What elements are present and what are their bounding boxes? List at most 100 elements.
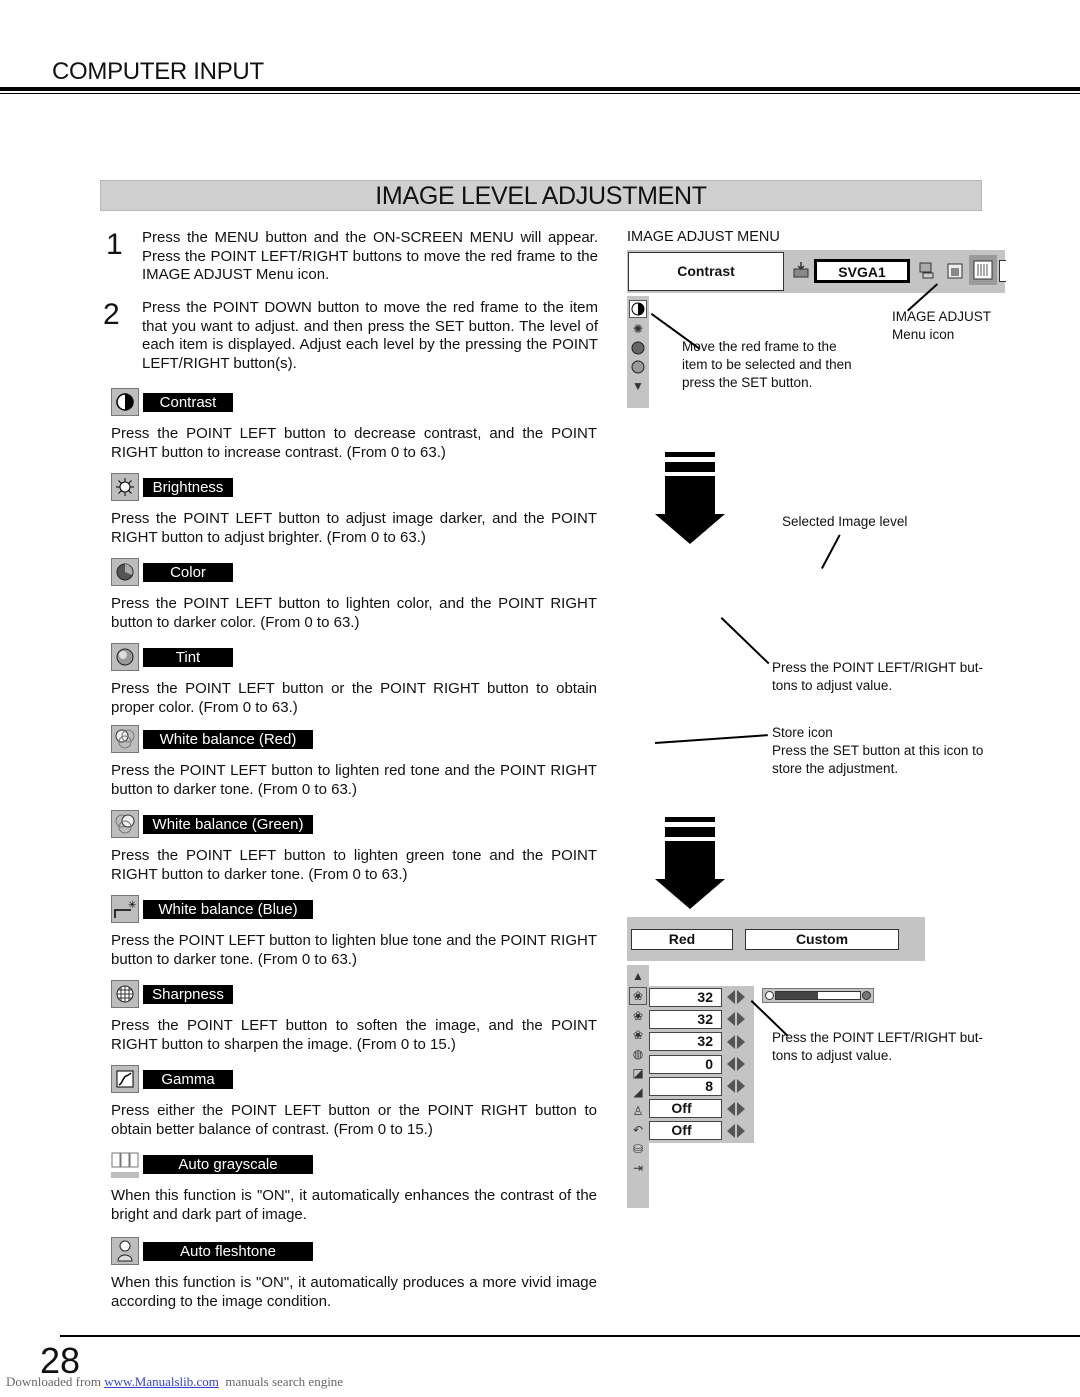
callout-text: Press the SET button at this icon to <box>772 743 984 758</box>
image-mode-field: Custom <box>745 929 899 950</box>
brightness-icon[interactable]: ✺ <box>630 321 646 337</box>
left-right-arrows-icon[interactable] <box>726 1078 746 1094</box>
scroll-down-icon[interactable]: ▼ <box>630 378 646 394</box>
auto-fleshtone-icon <box>111 1237 139 1265</box>
pc-adjust-icon[interactable] <box>917 260 937 280</box>
value-row: Off <box>649 1097 754 1119</box>
slider-min-icon <box>765 991 774 1000</box>
item-label: Auto grayscale <box>143 1154 313 1174</box>
item-header: Tint <box>111 643 597 671</box>
item-label: Sharpness <box>143 984 233 1004</box>
white-balance-red-icon <box>111 725 139 753</box>
callout-adjust-value: Press the POINT LEFT/RIGHT but- tons to … <box>772 1029 983 1065</box>
step-text: Press the POINT DOWN button to move the … <box>142 299 598 372</box>
white-balance-blue-icon[interactable]: ❀ <box>630 1027 646 1043</box>
adjust-item: Sharpness Press the POINT LEFT button to … <box>111 980 597 1054</box>
image-adjust-menu-icon[interactable] <box>969 255 997 285</box>
down-arrow-icon <box>655 815 727 916</box>
callout-text: Store icon <box>772 725 833 740</box>
value-row: 32 <box>649 986 754 1008</box>
callout-line <box>720 617 770 664</box>
input-source-icon[interactable] <box>791 260 811 280</box>
value-row: Off <box>649 1120 754 1142</box>
value-row: 32 <box>649 1008 754 1030</box>
reset-icon[interactable]: ↶ <box>630 1122 646 1138</box>
adjust-item: ✳ White balance (Blue) Press the POINT LEF… <box>111 895 597 969</box>
callout-text: Press the POINT LEFT/RIGHT but- <box>772 1030 984 1045</box>
sharpness-icon[interactable]: ◍ <box>630 1046 646 1062</box>
scroll-up-icon[interactable]: ▲ <box>630 968 646 984</box>
callout-adjust-value: Press the POINT LEFT/RIGHT but- tons to … <box>772 659 983 695</box>
callout-store-icon: Store icon Press the SET button at this … <box>772 724 983 778</box>
auto-fleshtone-icon[interactable]: ♙ <box>630 1103 646 1119</box>
next-menu-icon[interactable] <box>999 260 1006 282</box>
item-description: Press the POINT LEFT button to lighten b… <box>111 932 597 968</box>
quit-icon[interactable]: ⇥ <box>630 1160 646 1176</box>
adjust-item: White balance (Red) Press the POINT LEFT … <box>111 725 597 799</box>
manualslib-link[interactable]: www.Manualslib.com <box>104 1374 219 1389</box>
slider-fill <box>776 992 818 999</box>
adjust-item: Gamma Press either the POINT LEFT button … <box>111 1065 597 1139</box>
color-icon <box>111 558 139 586</box>
callout-text: tons to adjust value. <box>772 678 893 693</box>
value-row: 32 <box>649 1031 754 1053</box>
image-adjust-menu-bar: Contrast SVGA1 <box>627 250 1006 293</box>
callout-text: tons to adjust value. <box>772 1048 893 1063</box>
step-text: Press the MENU button and the ON-SCREEN … <box>142 229 598 283</box>
tint-icon[interactable] <box>630 359 646 375</box>
item-label: Tint <box>143 647 233 667</box>
header-rule <box>0 87 1080 91</box>
header-rule-thin <box>0 93 1080 94</box>
down-arrow-icon <box>655 450 727 551</box>
auto-grayscale-icon <box>111 1150 139 1178</box>
callout-text: store the adjustment. <box>772 761 899 776</box>
callout-text: IMAGE ADJUST <box>892 309 992 324</box>
callout-selected-level: Selected Image level <box>782 514 908 529</box>
value-column: 32 32 32 0 8 Off Off <box>649 986 754 1143</box>
download-notice: Downloaded from www.Manualslib.com manua… <box>6 1374 343 1390</box>
left-right-arrows-icon[interactable] <box>726 1011 746 1027</box>
download-suffix: manuals search engine <box>218 1374 344 1389</box>
callout-text: press the SET button. <box>682 375 813 390</box>
level-slider[interactable] <box>762 988 874 1003</box>
section-title: COMPUTER INPUT <box>52 58 264 85</box>
callout-text: Move the red frame to the <box>682 339 837 354</box>
item-header: Brightness <box>111 473 597 501</box>
left-right-arrows-icon[interactable] <box>726 989 746 1005</box>
callout-line <box>821 534 841 569</box>
callout-text: Menu icon <box>892 327 955 342</box>
item-description: When this function is "ON", it automatic… <box>111 1274 597 1310</box>
value-field: 32 <box>649 1032 722 1052</box>
screen-menu-icon[interactable] <box>945 260 965 280</box>
adjust-item: Color Press the POINT LEFT button to ligh… <box>111 558 597 632</box>
item-description: Press the POINT LEFT button to adjust im… <box>111 510 597 546</box>
value-field: Off <box>649 1121 722 1141</box>
store-icon[interactable]: ⛁ <box>630 1141 646 1157</box>
item-label: White balance (Red) <box>143 729 313 749</box>
item-description: When this function is "ON", it automatic… <box>111 1187 597 1223</box>
item-description: Press the POINT LEFT button to lighten r… <box>111 762 597 798</box>
white-balance-green-icon[interactable]: ❀ <box>630 1008 646 1024</box>
adjust-item: White balance (Green) Press the POINT LEF… <box>111 810 597 884</box>
value-field: 8 <box>649 1076 722 1096</box>
step-number: 2 <box>103 298 120 331</box>
item-header: White balance (Green) <box>111 810 597 838</box>
menu-heading: IMAGE ADJUST MENU <box>627 229 780 245</box>
contrast-icon[interactable] <box>629 300 647 318</box>
item-header: Gamma <box>111 1065 597 1093</box>
value-row: 8 <box>649 1075 754 1097</box>
gamma-icon[interactable]: ◪ <box>630 1065 646 1081</box>
left-right-arrows-icon[interactable] <box>726 1034 746 1050</box>
input-source-field: SVGA1 <box>814 259 910 283</box>
left-right-arrows-icon[interactable] <box>726 1123 746 1139</box>
svg-text:✳: ✳ <box>128 900 136 911</box>
value-row: 0 <box>649 1053 754 1075</box>
color-icon[interactable] <box>630 340 646 356</box>
item-header: Contrast <box>111 388 597 416</box>
auto-grayscale-icon[interactable]: ◢ <box>630 1084 646 1100</box>
left-right-arrows-icon[interactable] <box>726 1056 746 1072</box>
adjust-item: Tint Press the POINT LEFT button or the P… <box>111 643 597 717</box>
left-right-arrows-icon[interactable] <box>726 1101 746 1117</box>
white-balance-red-icon[interactable]: ❀ <box>629 987 647 1005</box>
item-label: Contrast <box>143 392 233 412</box>
